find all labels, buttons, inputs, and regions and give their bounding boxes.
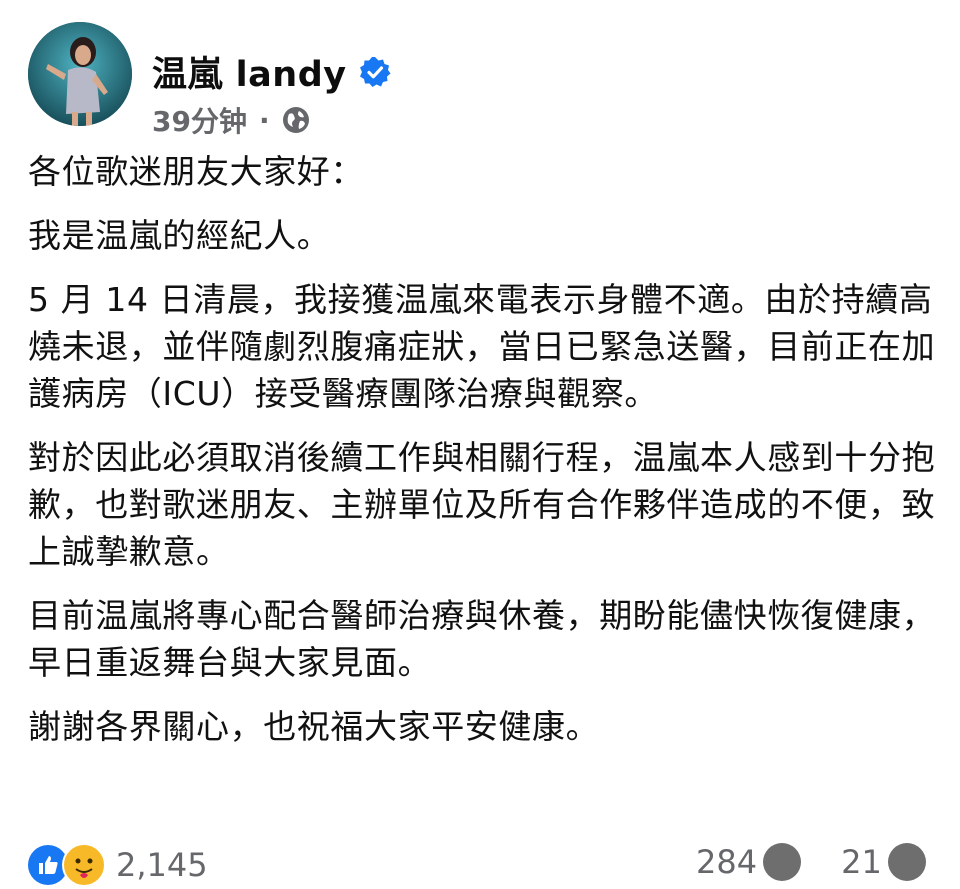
post-timestamp[interactable]: 39分钟	[152, 100, 247, 140]
verified-badge-icon	[359, 56, 391, 87]
shares-count[interactable]: 21	[841, 843, 882, 881]
post-paragraph: 我是温嵐的經紀人。	[28, 216, 331, 255]
author-name[interactable]: 温嵐 landy	[152, 46, 347, 97]
meta-separator: ·	[258, 103, 270, 137]
care-reaction-icon	[62, 843, 106, 887]
author-name-row: 温嵐 landy	[152, 46, 391, 97]
post-meta: 39分钟 ·	[152, 100, 310, 140]
reaction-count[interactable]: 2,145	[116, 846, 208, 884]
post-paragraph: 對於因此必須取消後續工作與相關行程，温嵐本人感到十分抱歉，也對歌迷朋友、主辦單位…	[28, 438, 936, 571]
author-avatar[interactable]	[28, 22, 132, 126]
post-paragraph: 目前温嵐將專心配合醫師治療與休養，期盼能儘快恢復健康，早日重返舞台與大家見面。	[28, 596, 936, 682]
post-paragraph: 各位歌迷朋友大家好：	[28, 152, 364, 191]
post-header: 温嵐 landy 39分钟 ·	[28, 22, 928, 138]
globe-icon	[282, 107, 309, 133]
post-paragraph: 謝謝各界關心，也祝福大家平安健康。	[28, 707, 600, 746]
engagement-stats: 284 21	[696, 843, 926, 881]
comments-count[interactable]: 284	[696, 843, 757, 881]
comment-icon	[763, 843, 802, 881]
post-paragraph: 5 月 14 日清晨，我接獲温嵐來電表示身體不適。由於持續高燒未退，並伴隨劇烈腹…	[28, 280, 936, 413]
reactions-summary[interactable]: 2,145	[28, 843, 208, 887]
post-footer: 2,145 284 21	[28, 843, 960, 887]
post-body: 各位歌迷朋友大家好： 我是温嵐的經紀人。 5 月 14 日清晨，我接獲温嵐來電表…	[28, 148, 943, 767]
share-icon	[887, 843, 926, 881]
